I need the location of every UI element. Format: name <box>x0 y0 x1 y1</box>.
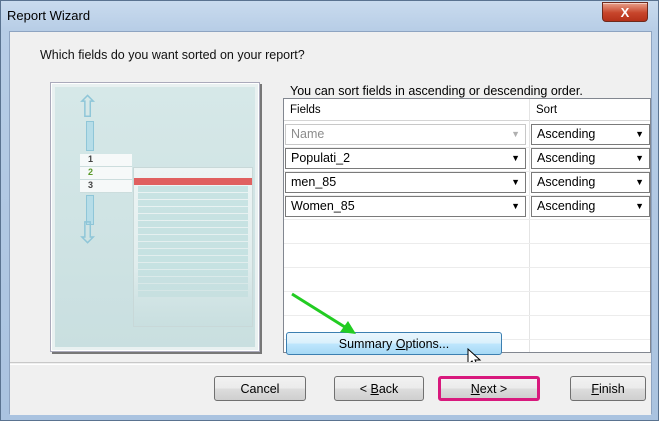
footer-divider <box>10 364 651 365</box>
cancel-button[interactable]: Cancel <box>214 376 306 401</box>
next-button[interactable]: Next > <box>438 376 540 401</box>
wizard-client-area: Which fields do you want sorted on your … <box>9 31 652 415</box>
close-button[interactable]: X <box>602 2 648 22</box>
window-title: Report Wizard <box>7 8 91 23</box>
close-icon: X <box>620 4 630 20</box>
back-button[interactable]: < Back <box>334 376 424 401</box>
next-suffix: ext > <box>479 381 508 396</box>
next-mnemonic: N <box>470 381 480 396</box>
finish-suffix: inish <box>598 381 625 396</box>
title-bar[interactable]: Report Wizard X <box>1 1 658 31</box>
annotation-arrow-icon <box>291 292 356 334</box>
finish-mnemonic: F <box>591 381 599 396</box>
content-area: Which fields do you want sorted on your … <box>10 32 651 369</box>
back-prefix: < <box>359 381 371 396</box>
finish-button[interactable]: Finish <box>570 376 646 401</box>
report-wizard-window: Report Wizard X Which fields do you want… <box>0 0 659 421</box>
back-mnemonic: B <box>370 381 379 396</box>
back-suffix: ack <box>378 381 399 396</box>
cancel-label: Cancel <box>240 381 280 396</box>
wizard-footer: Cancel < Back Next > Finish <box>10 362 651 415</box>
